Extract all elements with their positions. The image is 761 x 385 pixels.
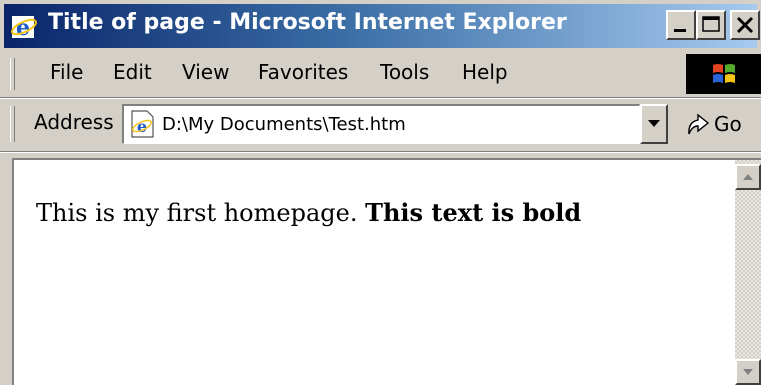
- dropdown-arrow-icon: [648, 120, 660, 127]
- vertical-scrollbar[interactable]: [735, 160, 761, 385]
- page-content: This is my first homepage. This text is …: [12, 158, 761, 385]
- close-button[interactable]: [730, 10, 760, 40]
- toolbar-grip[interactable]: [10, 106, 15, 142]
- scroll-up-arrow-icon: [743, 174, 753, 180]
- address-value: D:\My Documents\Test.htm: [162, 114, 406, 135]
- maximize-button[interactable]: [696, 10, 726, 40]
- page-icon: e: [127, 109, 157, 143]
- page-text: This is my first homepage.: [36, 199, 358, 227]
- ie-icon: e: [10, 12, 38, 41]
- address-label: Address: [34, 110, 114, 134]
- browser-window: e Title of page - Microsoft Internet Exp…: [0, 0, 761, 385]
- menu-file[interactable]: File: [50, 60, 83, 84]
- minimize-button[interactable]: [666, 10, 696, 40]
- window-title: Title of page - Microsoft Internet Explo…: [48, 10, 567, 35]
- scroll-down-arrow-icon: [743, 369, 753, 375]
- activity-throbber: [686, 54, 761, 94]
- go-button[interactable]: Go: [680, 106, 756, 142]
- page-paragraph: This is my first homepage. This text is …: [36, 198, 581, 227]
- menu-help[interactable]: Help: [462, 60, 508, 84]
- address-input[interactable]: e D:\My Documents\Test.htm: [122, 104, 640, 144]
- menu-view[interactable]: View: [182, 60, 229, 84]
- toolbar-divider: [0, 97, 761, 99]
- svg-text:e: e: [16, 15, 30, 40]
- minimize-icon: [674, 29, 686, 32]
- close-icon: [736, 16, 754, 34]
- go-label: Go: [714, 112, 742, 136]
- title-bar[interactable]: e Title of page - Microsoft Internet Exp…: [4, 4, 760, 48]
- bold-text: This text is bold: [365, 198, 582, 227]
- toolbar-divider: [0, 151, 761, 153]
- toolbar-grip[interactable]: [10, 58, 15, 90]
- scroll-up-button[interactable]: [735, 164, 761, 190]
- address-dropdown-button[interactable]: [640, 104, 668, 144]
- menu-bar: File Edit View Favorites Tools Help: [4, 52, 761, 96]
- address-bar: Address e D:\My Documents\Test.htm Go: [4, 100, 757, 148]
- menu-edit[interactable]: Edit: [113, 60, 152, 84]
- scroll-down-button[interactable]: [735, 359, 761, 385]
- windows-logo-icon: [713, 64, 735, 83]
- svg-text:e: e: [137, 117, 147, 136]
- menu-favorites[interactable]: Favorites: [258, 60, 348, 84]
- menu-tools[interactable]: Tools: [380, 60, 429, 84]
- maximize-icon: [702, 16, 720, 32]
- go-arrow-icon: [688, 113, 710, 135]
